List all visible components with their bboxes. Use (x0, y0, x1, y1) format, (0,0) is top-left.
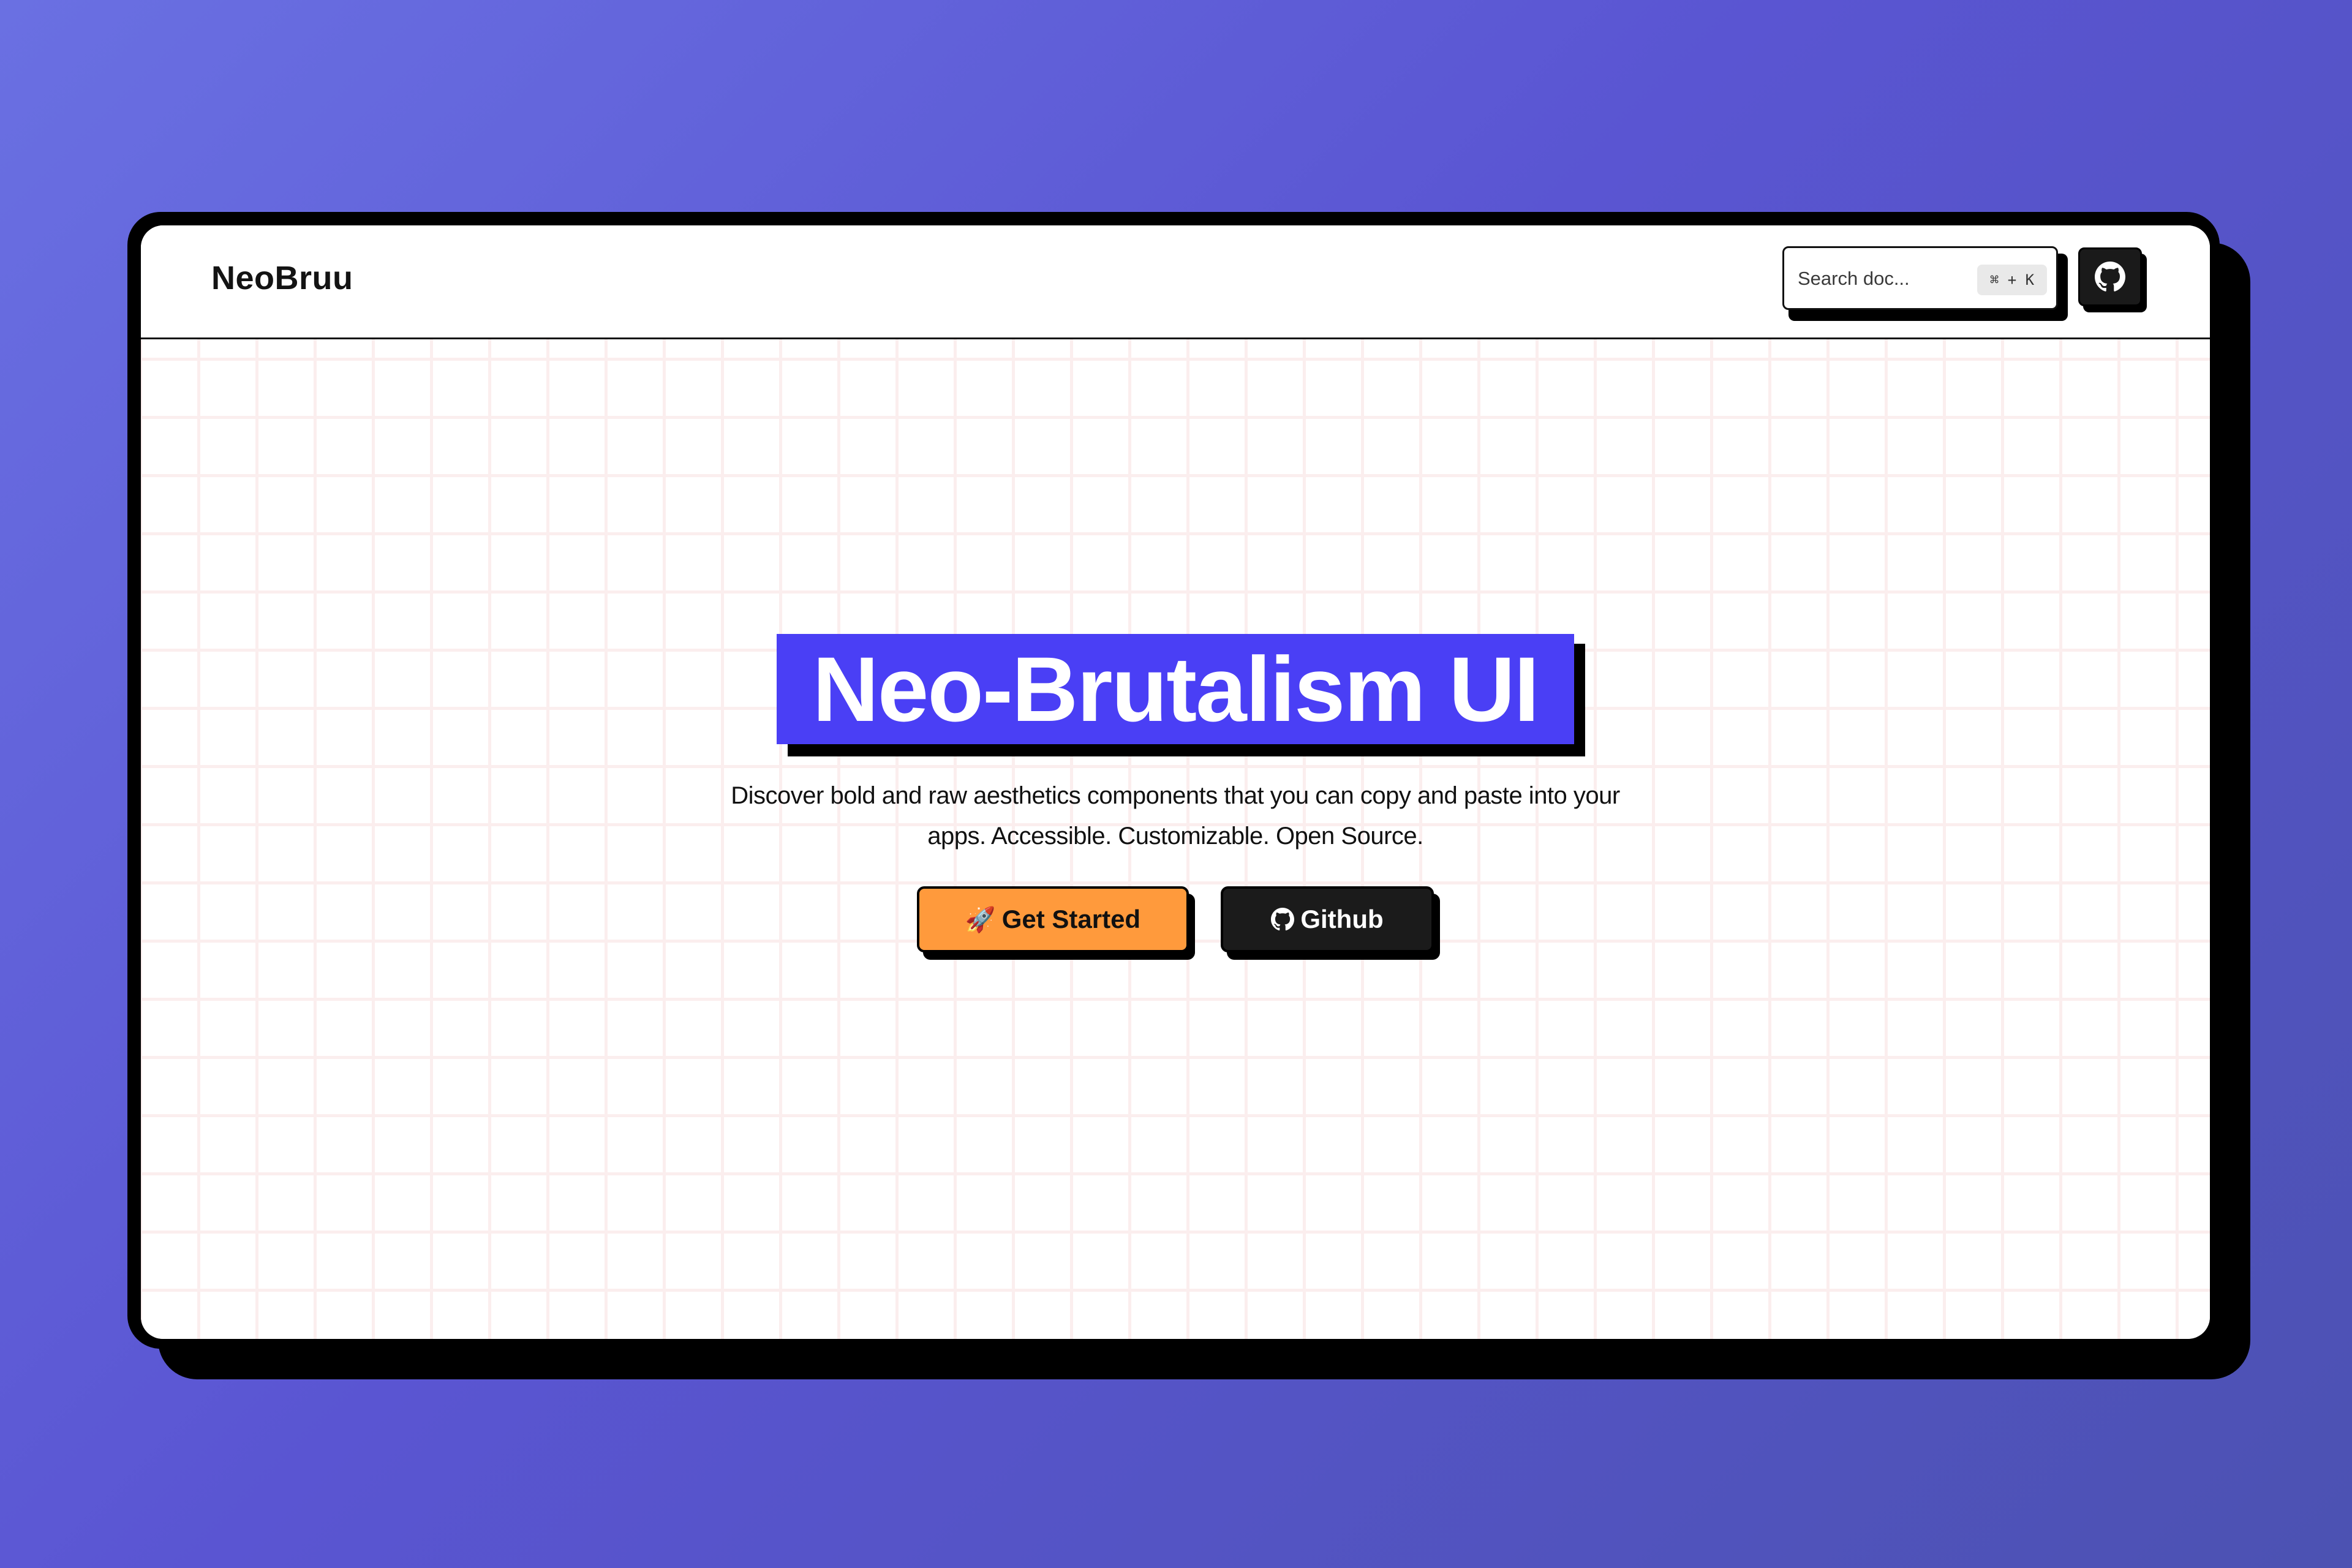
get-started-button-wrap: 🚀 Get Started (917, 886, 1195, 960)
hero-subtitle-line-2: apps. Accessible. Customizable. Open Sou… (927, 823, 1423, 850)
github-button-label: Github (1300, 905, 1384, 933)
hero-title-block: Neo-Brutalism UI (777, 634, 1585, 756)
top-navbar: NeoBruu ⌘ + K (141, 225, 2210, 339)
github-header-button[interactable] (2078, 247, 2142, 306)
site-logo[interactable]: NeoBruu (211, 259, 353, 297)
hero-subtitle: Discover bold and raw aesthetics compone… (624, 775, 1727, 856)
hero-subtitle-line-1: Discover bold and raw aesthetics compone… (731, 782, 1620, 809)
get-started-label: Get Started (1001, 905, 1141, 933)
github-icon (1271, 908, 1295, 931)
page-screen: NeoBruu ⌘ + K Neo-Brutalism UI Discover … (141, 225, 2210, 1339)
hero-title: Neo-Brutalism UI (777, 634, 1574, 744)
search-input[interactable] (1798, 264, 1957, 293)
github-header-button-wrap (2078, 247, 2147, 312)
get-started-button[interactable]: 🚀 Get Started (917, 886, 1189, 952)
github-button-wrap: Github (1221, 886, 1440, 960)
github-icon (2095, 262, 2125, 292)
rocket-icon: 🚀 (965, 905, 996, 934)
search-box: ⌘ + K (1782, 246, 2068, 321)
github-button[interactable]: Github (1221, 886, 1434, 952)
search-field[interactable]: ⌘ + K (1782, 246, 2058, 310)
search-shortcut-badge: ⌘ + K (1977, 265, 2047, 295)
